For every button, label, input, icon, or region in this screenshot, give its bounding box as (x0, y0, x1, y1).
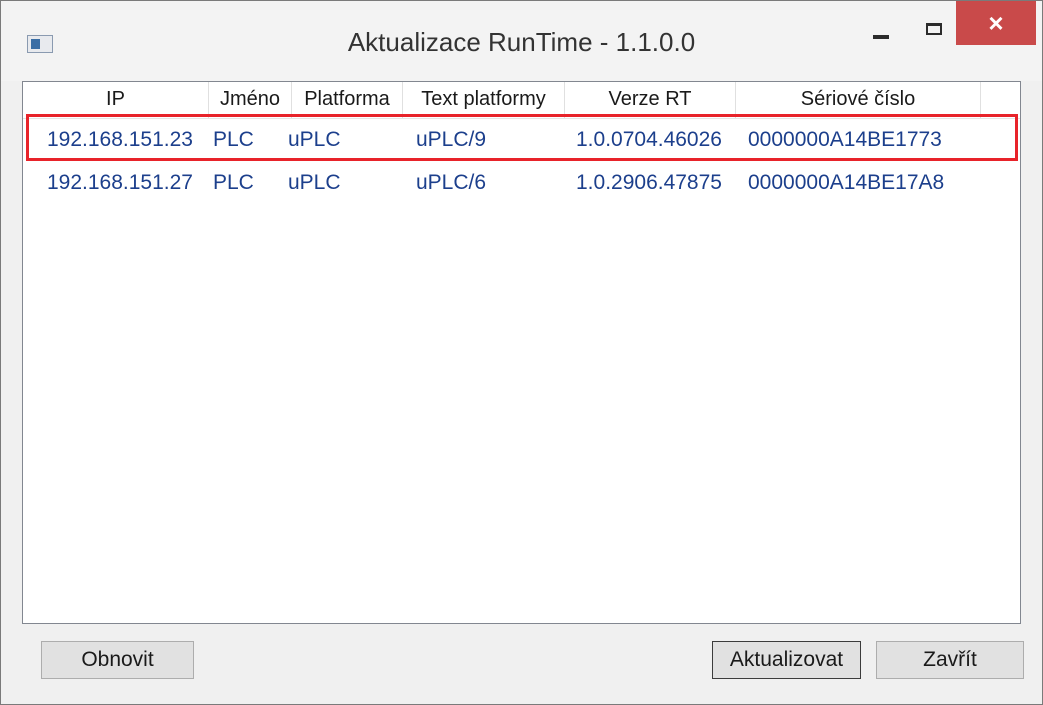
cell-rt-version: 1.0.0704.46026 (576, 128, 722, 151)
update-runtime-window: Aktualizace RunTime - 1.1.0.0 × IP Jméno… (0, 0, 1043, 705)
cell-ip: 192.168.151.23 (47, 128, 193, 151)
close-icon: × (988, 8, 1004, 38)
minimize-button[interactable] (856, 1, 906, 49)
update-button[interactable]: Aktualizovat (712, 641, 861, 679)
maximize-button[interactable] (913, 1, 953, 49)
column-header-platform-text[interactable]: Text platformy (403, 82, 565, 118)
title-bar[interactable]: Aktualizace RunTime - 1.1.0.0 × (1, 1, 1042, 81)
column-header-ip[interactable]: IP (23, 82, 209, 118)
maximize-icon (926, 23, 942, 35)
column-header-platform[interactable]: Platforma (292, 82, 403, 118)
column-header-serial-number[interactable]: Sériové číslo (736, 82, 981, 118)
column-header-rt-version[interactable]: Verze RT (565, 82, 736, 118)
refresh-button[interactable]: Obnovit (41, 641, 194, 679)
close-window-button[interactable]: × (956, 1, 1036, 45)
column-header-name[interactable]: Jméno (209, 82, 292, 118)
cell-rt-version: 1.0.2906.47875 (576, 171, 722, 194)
grid-header: IP Jméno Platforma Text platformy Verze … (23, 82, 1020, 119)
minimize-icon (873, 35, 889, 39)
app-window-icon[interactable] (27, 35, 53, 53)
cell-platform: uPLC (288, 171, 341, 194)
cell-ip: 192.168.151.27 (47, 171, 193, 194)
cell-serial-number: 0000000A14BE17A8 (748, 171, 945, 194)
cell-name: PLC (213, 128, 254, 151)
cell-platform-text: uPLC/9 (416, 128, 487, 151)
table-row[interactable]: 192.168.151.27 PLC uPLC uPLC/6 1.0.2906.… (23, 162, 1020, 202)
table-row[interactable]: 192.168.151.23 PLC uPLC uPLC/9 1.0.0704.… (23, 119, 1020, 159)
app-window-icon-mark (31, 39, 40, 49)
cell-platform: uPLC (288, 128, 341, 151)
cell-name: PLC (213, 171, 254, 194)
cell-serial-number: 0000000A14BE1773 (748, 128, 942, 151)
column-header-filler (981, 82, 1020, 118)
cell-platform-text: uPLC/6 (416, 171, 487, 194)
close-button[interactable]: Zavřít (876, 641, 1024, 679)
window-title: Aktualizace RunTime - 1.1.0.0 (347, 27, 696, 57)
device-list-grid[interactable]: IP Jméno Platforma Text platformy Verze … (22, 81, 1021, 624)
